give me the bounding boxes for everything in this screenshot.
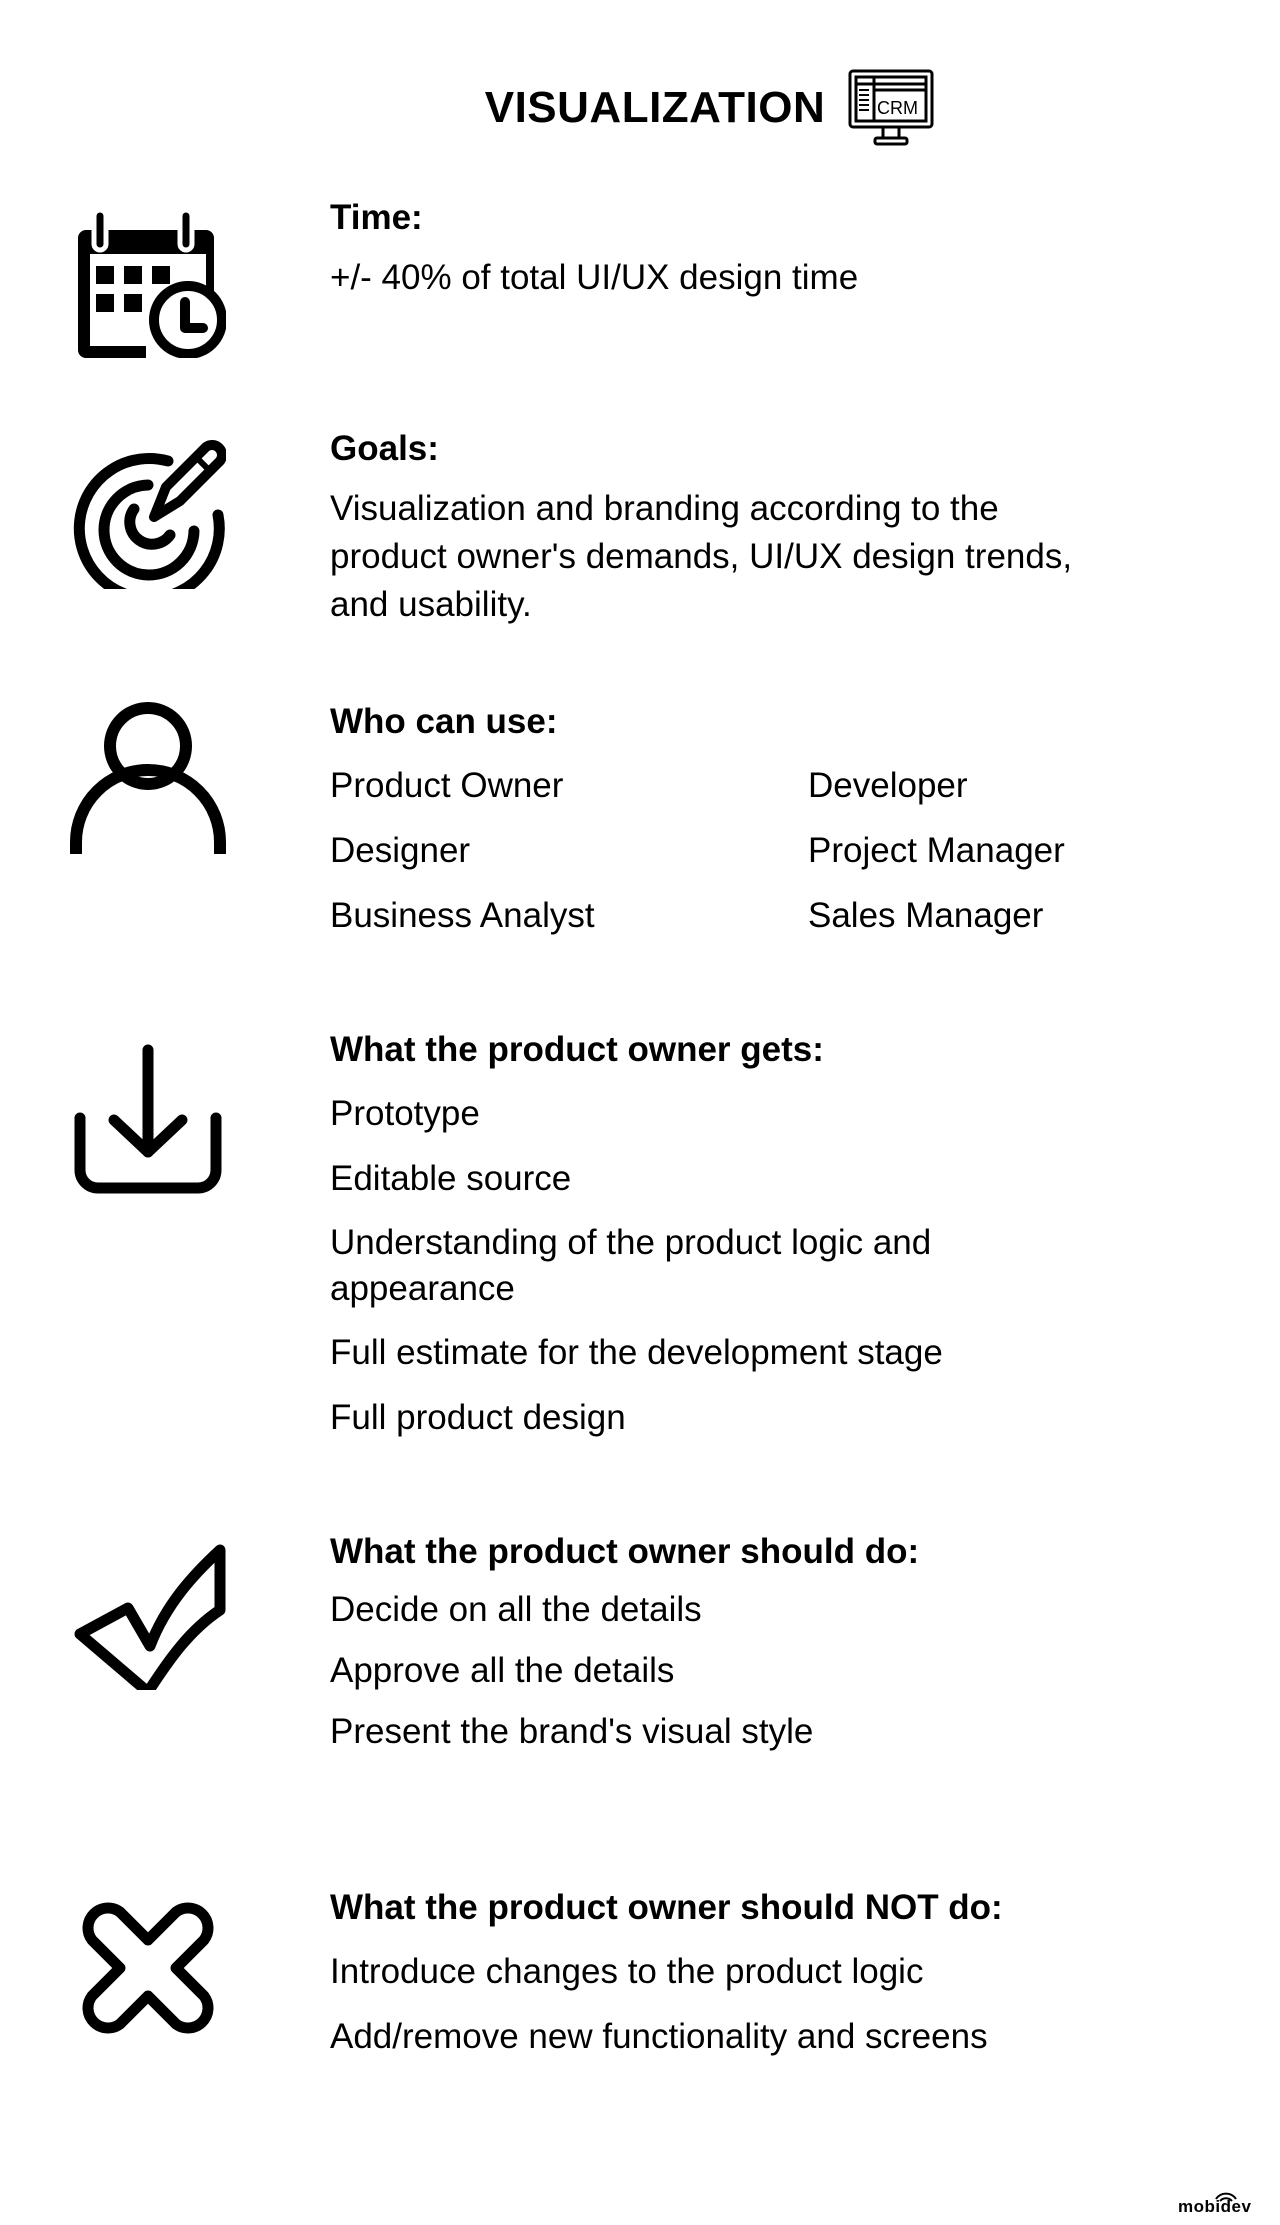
who-can-use-body: Who can use: Product Owner Developer Des…	[330, 700, 1230, 940]
crm-monitor-icon: CRM	[847, 68, 935, 148]
logo-text: mobidev	[1178, 2197, 1252, 2216]
user-icon	[70, 702, 226, 858]
list-item: Product Owner	[330, 766, 564, 805]
list-item: Business Analyst	[330, 896, 595, 935]
header: VISUALIZATION CRM	[0, 68, 1280, 148]
page-title: VISUALIZATION	[484, 83, 826, 132]
time-text: +/- 40% of total UI/UX design time	[330, 258, 859, 297]
calendar-clock-icon	[70, 202, 227, 359]
target-pencil-icon	[70, 433, 227, 604]
list-item: Understanding of the product logic and a…	[330, 1223, 932, 1308]
list-item: Sales Manager	[808, 896, 1044, 935]
list-item: Designer	[330, 831, 471, 870]
goals-text: Visualization and branding according to …	[330, 489, 1073, 624]
mobidev-logo: mobidev	[1178, 2191, 1262, 2217]
should-do-body: What the product owner should do: Decide…	[330, 1530, 1230, 1773]
list-item: Prototype	[330, 1094, 480, 1133]
checkmark-icon	[70, 1534, 226, 1698]
gets-heading: What the product owner gets:	[330, 1030, 824, 1069]
should-not-do-body: What the product owner should NOT do: In…	[330, 1886, 1230, 2078]
list-item: Introduce changes to the product logic	[330, 1952, 924, 1991]
list-item: Developer	[808, 766, 968, 805]
roles-list: Product Owner Developer Designer Project…	[330, 762, 1230, 940]
svg-text:CRM: CRM	[877, 98, 918, 118]
list-item: Add/remove new functionality and screens	[330, 2017, 988, 2056]
who-can-use-heading: Who can use:	[330, 702, 558, 741]
list-item: Full product design	[330, 1398, 626, 1437]
cross-icon	[70, 1890, 226, 2046]
time-body: Time: +/- 40% of total UI/UX design time	[330, 196, 1230, 302]
goals-heading: Goals:	[330, 429, 439, 468]
should-do-heading: What the product owner should do:	[330, 1532, 920, 1571]
list-item: Present the brand's visual style	[330, 1712, 814, 1751]
list-item: Approve all the details	[330, 1651, 675, 1690]
list-item: Full estimate for the development stage	[330, 1333, 943, 1372]
list-item: Editable source	[330, 1159, 572, 1198]
should-not-do-heading: What the product owner should NOT do:	[330, 1888, 1003, 1927]
goals-body: Goals: Visualization and branding accord…	[330, 427, 1230, 629]
list-item: Project Manager	[808, 831, 1065, 870]
time-heading: Time:	[330, 198, 423, 237]
gets-body: What the product owner gets: Prototype E…	[330, 1028, 1230, 1459]
download-icon	[70, 1040, 226, 1196]
list-item: Decide on all the details	[330, 1590, 702, 1629]
